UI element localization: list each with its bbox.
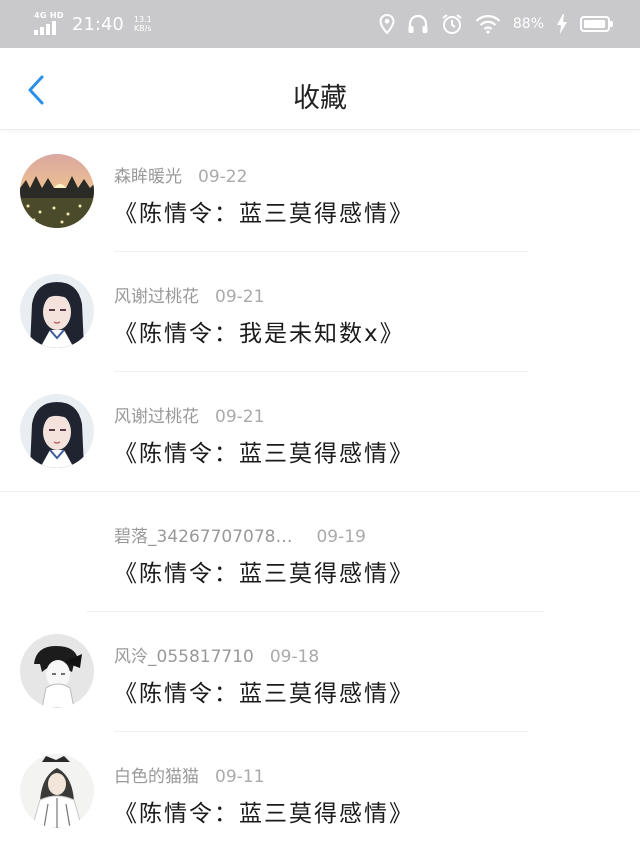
item-meta: 风谢过桃花 09-21 bbox=[114, 282, 264, 307]
item-meta: 风谢过桃花 09-21 bbox=[114, 402, 264, 427]
avatar bbox=[20, 754, 94, 828]
wifi-icon bbox=[475, 14, 501, 34]
list-item[interactable]: 风谢过桃花 09-21 《陈情令：我是未知数x》 bbox=[0, 252, 640, 372]
item-title[interactable]: 《陈情令：我是未知数x》 bbox=[114, 314, 405, 348]
avatar bbox=[20, 154, 94, 228]
item-date: 09-21 bbox=[215, 407, 265, 427]
item-date: 09-11 bbox=[215, 767, 265, 787]
list-item[interactable]: 森眸暖光 09-22 《陈情令：蓝三莫得感情》 bbox=[0, 132, 640, 252]
network-speed: 13.1 KB/s bbox=[134, 15, 152, 33]
charging-bolt-icon bbox=[556, 14, 568, 34]
username[interactable]: 风泠_055817710 bbox=[114, 647, 254, 667]
speed-value: 13.1 bbox=[133, 15, 152, 24]
favorites-list: 森眸暖光 09-22 《陈情令：蓝三莫得感情》 风谢过桃花 09-21 《陈情令：我… bbox=[0, 132, 640, 852]
alarm-icon bbox=[441, 13, 463, 35]
item-date: 09-18 bbox=[269, 647, 320, 667]
page-title: 收藏 bbox=[293, 83, 347, 114]
username[interactable]: 风谢过桃花 bbox=[114, 407, 199, 427]
avatar bbox=[20, 394, 94, 468]
item-date: 09-21 bbox=[215, 287, 265, 307]
item-title[interactable]: 《陈情令：蓝三莫得感情》 bbox=[114, 794, 414, 828]
item-meta: 森眸暖光 09-22 bbox=[114, 162, 247, 187]
item-date: 09-19 bbox=[316, 527, 366, 547]
list-item[interactable]: 风谢过桃花 09-21 《陈情令：蓝三莫得感情》 bbox=[0, 372, 640, 492]
status-left: 4G HD 21:40 13.1 KB/s bbox=[34, 11, 152, 37]
status-right: 88% bbox=[379, 13, 614, 35]
avatar bbox=[20, 634, 94, 708]
battery-percent: 88% bbox=[512, 16, 544, 32]
username[interactable]: 碧落_34267707078… bbox=[114, 527, 292, 547]
item-meta: 白色的猫猫 09-11 bbox=[114, 762, 264, 787]
header-bar: 收藏 bbox=[0, 48, 640, 130]
item-title[interactable]: 《陈情令：蓝三莫得感情》 bbox=[114, 194, 414, 228]
item-meta: 风泠_055817710 09-18 bbox=[114, 642, 319, 667]
username[interactable]: 风谢过桃花 bbox=[114, 287, 199, 307]
list-item[interactable]: 风泠_055817710 09-18 《陈情令：蓝三莫得感情》 bbox=[0, 612, 640, 732]
signal-icon: 4G HD bbox=[34, 11, 64, 37]
speed-unit: KB/s bbox=[133, 24, 152, 33]
item-title[interactable]: 《陈情令：蓝三莫得感情》 bbox=[114, 434, 414, 468]
list-item[interactable]: 碧落_34267707078… 09-19 《陈情令：蓝三莫得感情》 bbox=[0, 492, 640, 612]
network-type: 4G HD bbox=[34, 11, 64, 20]
item-meta: 碧落_34267707078… 09-19 bbox=[114, 522, 366, 547]
list-item[interactable]: 白色的猫猫 09-11 《陈情令：蓝三莫得感情》 bbox=[0, 732, 640, 852]
location-icon bbox=[379, 14, 395, 34]
item-title[interactable]: 《陈情令：蓝三莫得感情》 bbox=[114, 674, 414, 708]
username[interactable]: 白色的猫猫 bbox=[114, 767, 199, 787]
avatar bbox=[20, 274, 94, 348]
username[interactable]: 森眸暖光 bbox=[114, 167, 182, 187]
avatar bbox=[20, 514, 94, 588]
headphones-icon bbox=[407, 14, 429, 34]
item-date: 09-22 bbox=[198, 167, 248, 187]
clock: 21:40 bbox=[72, 13, 124, 35]
status-bar: 4G HD 21:40 13.1 KB/s 88% bbox=[0, 0, 640, 48]
battery-icon bbox=[580, 15, 614, 33]
item-title[interactable]: 《陈情令：蓝三莫得感情》 bbox=[114, 554, 414, 588]
